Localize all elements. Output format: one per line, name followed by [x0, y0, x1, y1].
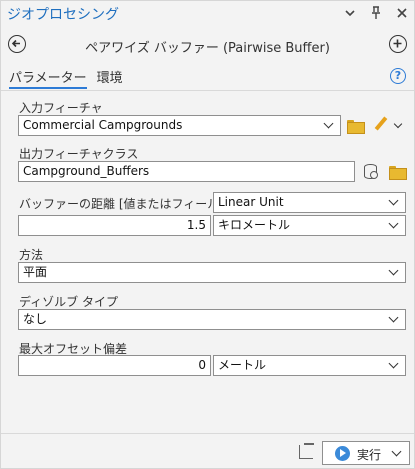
tab-divider [1, 90, 414, 91]
chevron-down-icon [387, 218, 401, 232]
folder-icon[interactable] [389, 166, 407, 180]
help-icon[interactable]: ? [390, 68, 406, 84]
chevron-down-icon [387, 358, 401, 372]
plus-icon [393, 39, 402, 48]
add-button[interactable] [389, 35, 407, 53]
output-feature-class-label: 出力フィーチャクラス [19, 147, 139, 161]
pane-titlebar: ジオプロセシング [1, 1, 414, 27]
play-icon [335, 446, 350, 461]
input-features-label: 入力フィーチャ [19, 101, 103, 115]
distance-type-value: Linear Unit [218, 195, 284, 209]
input-features-select[interactable]: Commercial Campgrounds [18, 115, 341, 136]
distance-unit-select[interactable]: キロメートル [213, 215, 406, 236]
tab-environments[interactable]: 環境 [97, 67, 123, 89]
tool-title: ペアワイズ バッファー (Pairwise Buffer) [85, 41, 330, 56]
dissolve-type-select[interactable]: なし [18, 309, 406, 330]
tab-bar: パラメーター 環境 [9, 67, 123, 89]
method-select[interactable]: 平面 [18, 262, 406, 283]
chevron-down-icon[interactable] [393, 121, 403, 131]
geoprocessing-pane: ジオプロセシング ペアワイズ バッファー (Pairwise Buffer) パ… [0, 0, 415, 469]
tab-parameters[interactable]: パラメーター [9, 67, 87, 89]
distance-unit-value: キロメートル [218, 218, 291, 232]
run-button[interactable]: 実行 [322, 441, 410, 465]
chevron-down-icon[interactable] [391, 447, 403, 459]
max-offset-input[interactable]: 0 [18, 355, 211, 376]
pencil-icon[interactable] [373, 117, 389, 133]
method-label: 方法 [19, 248, 44, 262]
folder-icon[interactable] [347, 120, 365, 134]
tool-header: ペアワイズ バッファー (Pairwise Buffer) [1, 31, 414, 59]
environment-icon[interactable] [299, 443, 314, 459]
method-value: 平面 [23, 265, 48, 279]
max-offset-value: 0 [198, 358, 206, 372]
run-label: 実行 [357, 448, 382, 462]
chevron-down-icon [387, 265, 401, 279]
distance-type-select[interactable]: Linear Unit [213, 192, 406, 213]
chevron-down-icon [322, 118, 336, 132]
database-icon[interactable] [362, 163, 378, 179]
buffer-distance-label: バッファーの距離 [値またはフィールド] [19, 197, 236, 211]
pane-title: ジオプロセシング [7, 7, 119, 23]
footer-divider [1, 433, 414, 434]
chevron-down-icon [387, 312, 401, 326]
input-features-value: Commercial Campgrounds [23, 118, 183, 132]
output-feature-class-value: Campground_Buffers [23, 164, 150, 178]
close-icon[interactable] [394, 5, 410, 21]
max-offset-unit-value: メートル [218, 358, 267, 372]
output-feature-class-input[interactable]: Campground_Buffers [18, 161, 355, 182]
chevron-down-icon [387, 195, 401, 209]
titlebar-icons [342, 5, 410, 21]
chevron-down-icon[interactable] [342, 5, 358, 21]
pin-icon[interactable] [368, 5, 384, 21]
distance-value-input[interactable]: 1.5 [18, 215, 211, 236]
dissolve-type-value: なし [23, 312, 48, 326]
dissolve-type-label: ディゾルブ タイプ [19, 295, 118, 309]
distance-value: 1.5 [186, 218, 206, 232]
max-offset-unit-select[interactable]: メートル [213, 355, 406, 376]
